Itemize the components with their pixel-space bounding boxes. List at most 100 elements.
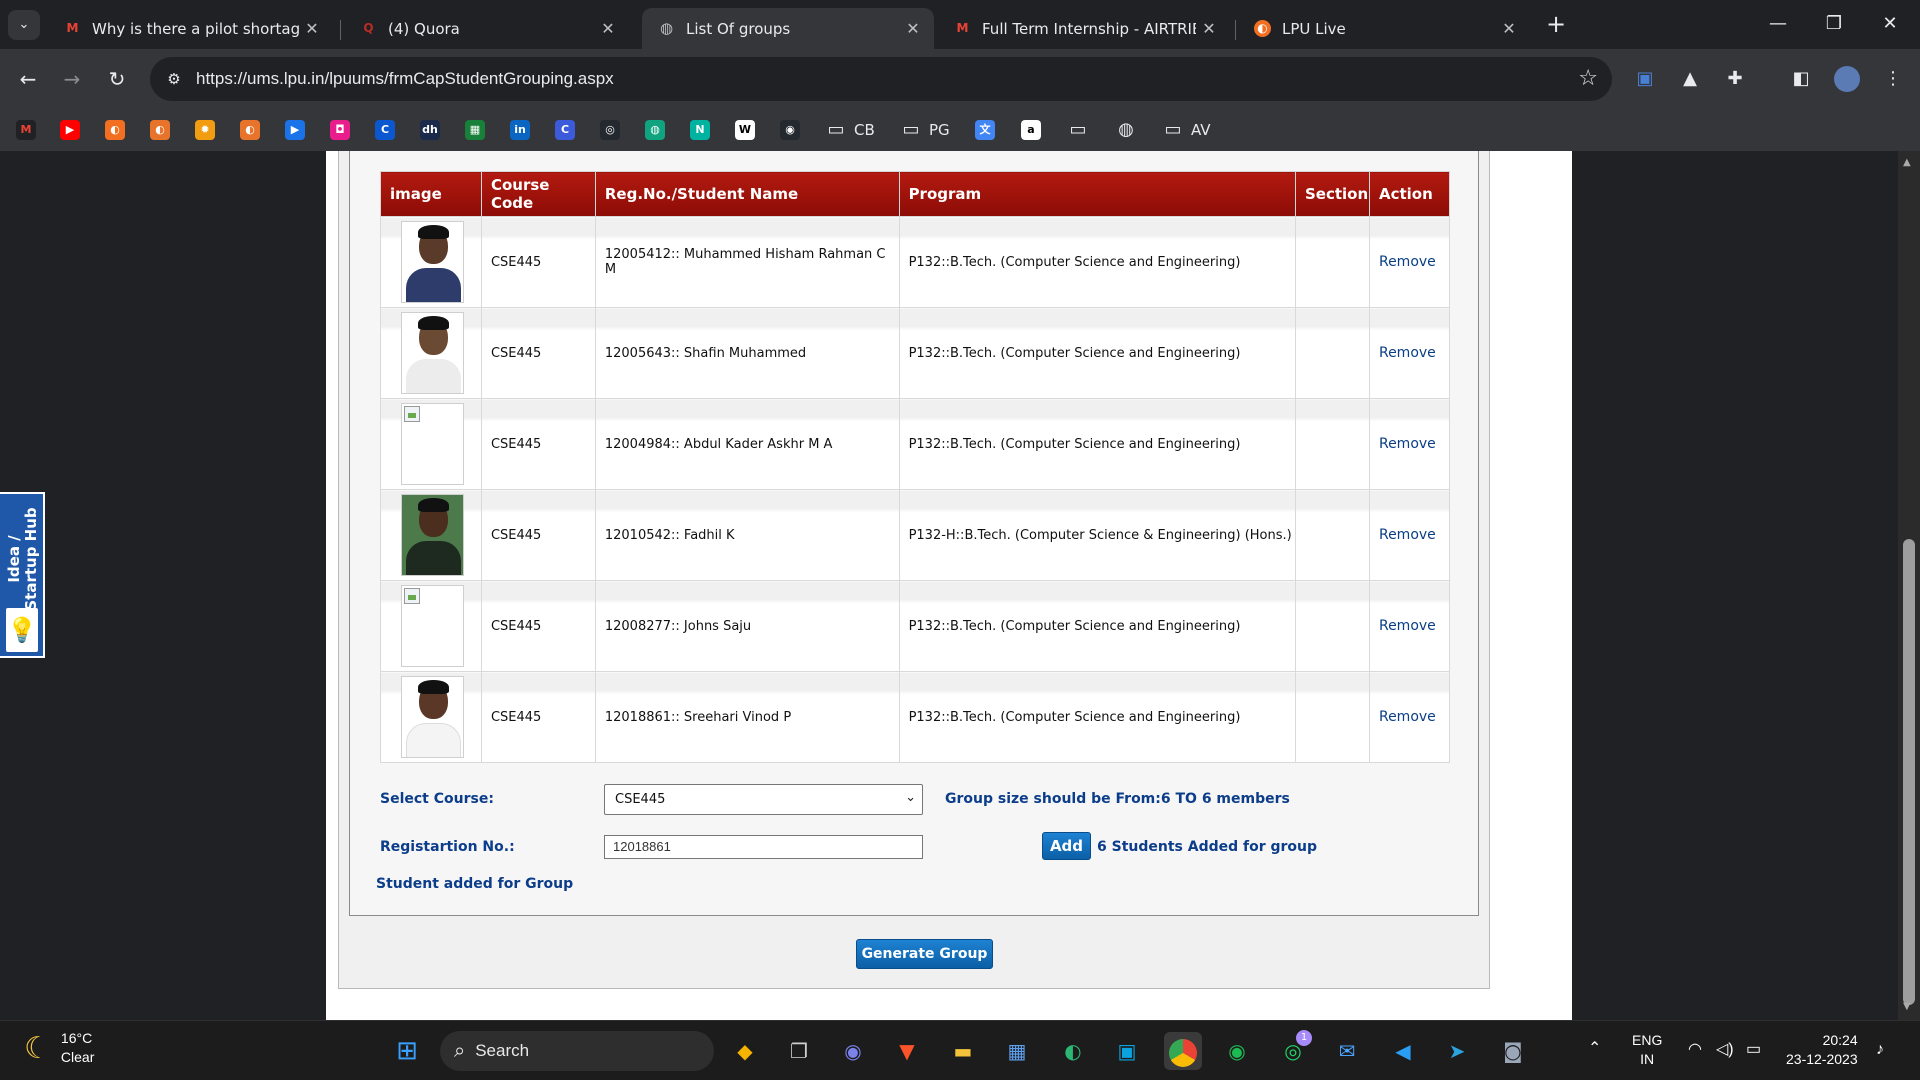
- bookmark-item[interactable]: W: [735, 119, 755, 141]
- bookmark-item[interactable]: ◍: [1116, 119, 1136, 141]
- close-tab-icon[interactable]: ✕: [299, 19, 325, 38]
- bookmark-item[interactable]: ▶: [285, 119, 305, 141]
- spotify-icon[interactable]: ◉: [1218, 1032, 1256, 1070]
- tab-title: Full Term Internship - AIRTRIBE: [982, 19, 1196, 38]
- profile-avatar[interactable]: [1829, 61, 1865, 97]
- bookmark-item[interactable]: M: [16, 119, 36, 141]
- file-explorer-icon[interactable]: ▬: [944, 1032, 982, 1070]
- app-window-icon[interactable]: ▣: [1108, 1032, 1146, 1070]
- scroll-down-icon[interactable]: ▼: [1903, 1001, 1911, 1012]
- remove-link[interactable]: Remove: [1379, 345, 1436, 361]
- windows-start-icon[interactable]: ⊞: [388, 1032, 426, 1070]
- battery-icon[interactable]: ▭: [1746, 1040, 1761, 1059]
- taskbar-search[interactable]: ⌕ Search: [440, 1031, 714, 1071]
- remove-link[interactable]: Remove: [1379, 527, 1436, 543]
- tab-2[interactable]: ◍ List Of groups ✕: [642, 8, 934, 49]
- address-bar[interactable]: ⚙ https://ums.lpu.in/lpuums/frmCapStuden…: [150, 57, 1612, 101]
- close-tab-icon[interactable]: ✕: [900, 19, 926, 38]
- bookmark-item[interactable]: in: [510, 119, 530, 141]
- microsoft-store-icon[interactable]: ▦: [998, 1032, 1036, 1070]
- bookmark-item[interactable]: ▭ AV: [1163, 119, 1210, 141]
- telegram-icon[interactable]: ➤: [1438, 1032, 1476, 1070]
- extensions-puzzle-icon[interactable]: ✚: [1717, 61, 1753, 97]
- tab-0[interactable]: M Why is there a pilot shortage w ✕: [48, 8, 333, 49]
- url-text[interactable]: https://ums.lpu.in/lpuums/frmCapStudentG…: [196, 69, 614, 89]
- bookmark-item[interactable]: ◎: [600, 119, 620, 141]
- vscode-icon[interactable]: ◀: [1384, 1032, 1422, 1070]
- bookmark-item[interactable]: ◐: [240, 119, 260, 141]
- close-tab-icon[interactable]: ✕: [595, 19, 621, 38]
- close-tab-icon[interactable]: ✕: [1496, 19, 1522, 38]
- bookmark-star-icon[interactable]: ☆: [1578, 66, 1598, 91]
- brave-icon[interactable]: ▼: [888, 1032, 926, 1070]
- tab-4[interactable]: ◐ LPU Live ✕: [1238, 8, 1530, 49]
- tab-3[interactable]: M Full Term Internship - AIRTRIBE ✕: [938, 8, 1230, 49]
- mail-icon[interactable]: ✉: [1328, 1032, 1366, 1070]
- scrollbar-thumb[interactable]: [1903, 539, 1915, 1005]
- bookmark-item[interactable]: ◉: [780, 119, 800, 141]
- remove-link[interactable]: Remove: [1379, 254, 1436, 270]
- menu-kebab-icon[interactable]: ⋮: [1875, 61, 1911, 97]
- bookmark-item[interactable]: ▭: [1068, 119, 1088, 141]
- bookmark-item[interactable]: 文: [975, 119, 995, 141]
- add-button[interactable]: Add: [1042, 832, 1091, 860]
- back-button[interactable]: ←: [10, 61, 46, 97]
- remove-link[interactable]: Remove: [1379, 709, 1436, 725]
- broken-image-icon: [401, 585, 464, 667]
- chevron-up-icon[interactable]: ⌃: [1588, 1039, 1601, 1058]
- globe-icon: ◍: [659, 19, 674, 37]
- volume-icon[interactable]: ◁): [1716, 1040, 1734, 1059]
- task-view-icon[interactable]: ❐: [780, 1032, 818, 1070]
- course-code-cell: CSE445: [480, 580, 596, 672]
- side-panel-icon[interactable]: ◧: [1783, 61, 1819, 97]
- wifi-icon[interactable]: ◠: [1688, 1040, 1702, 1059]
- generate-group-button[interactable]: Generate Group: [856, 939, 993, 969]
- lpu-icon: ◐: [150, 120, 170, 140]
- new-tab-button[interactable]: +: [1538, 10, 1574, 40]
- idea-startup-hub-widget[interactable]: Idea / Startup Hub 💡: [0, 492, 45, 658]
- course-select[interactable]: CSE445 ⌄: [604, 784, 923, 815]
- weather-widget[interactable]: ☾ 16°C Clear: [24, 1029, 94, 1067]
- bookmark-item[interactable]: C: [555, 119, 575, 141]
- tab-1[interactable]: Q (4) Quora ✕: [344, 8, 629, 49]
- tab-search-button[interactable]: ⌄: [8, 10, 40, 40]
- bookmark-item[interactable]: ◐: [105, 119, 125, 141]
- bookmark-item[interactable]: ✹: [195, 119, 215, 141]
- notification-bell-icon[interactable]: ♪: [1876, 1040, 1884, 1059]
- bookmark-item[interactable]: ▦: [465, 119, 485, 141]
- reload-button[interactable]: ↻: [99, 61, 135, 97]
- minimize-button[interactable]: —: [1750, 8, 1806, 40]
- scroll-up-icon[interactable]: ▲: [1903, 157, 1911, 168]
- student-photo: [401, 312, 464, 394]
- chrome-icon[interactable]: [1164, 1032, 1202, 1070]
- restore-button[interactable]: ❐: [1806, 8, 1862, 40]
- bookmark-item[interactable]: C: [375, 119, 395, 141]
- drive-extension-icon[interactable]: ▲: [1672, 61, 1708, 97]
- camera-icon[interactable]: ◙: [1494, 1032, 1532, 1070]
- remove-link[interactable]: Remove: [1379, 436, 1436, 452]
- page-scrollbar[interactable]: ▲ ▼: [1898, 151, 1920, 1020]
- forward-button[interactable]: →: [54, 61, 90, 97]
- edge-icon[interactable]: ◐: [1054, 1032, 1092, 1070]
- bookmark-item[interactable]: ◘: [330, 119, 350, 141]
- site-info-icon[interactable]: ⚙: [164, 69, 184, 89]
- bookmark-item[interactable]: dh: [420, 119, 440, 141]
- col-header-section: Section: [1294, 171, 1370, 217]
- registration-input[interactable]: 12018861: [604, 835, 923, 859]
- teams-icon[interactable]: ◉: [834, 1032, 872, 1070]
- close-tab-icon[interactable]: ✕: [1196, 19, 1222, 38]
- bookmark-item[interactable]: N: [690, 119, 710, 141]
- bookmark-item[interactable]: ◍: [645, 119, 665, 141]
- github-icon: ◉: [780, 120, 800, 140]
- bookmark-item[interactable]: ▭ PG: [901, 119, 949, 141]
- bookmark-item[interactable]: ▭ CB: [826, 119, 874, 141]
- language-indicator[interactable]: ENG IN: [1632, 1031, 1662, 1069]
- copilot-icon[interactable]: ◆: [726, 1032, 764, 1070]
- bookmark-item[interactable]: ◐: [150, 119, 170, 141]
- bookmark-item[interactable]: ▶: [60, 119, 80, 141]
- bookmark-item[interactable]: a: [1021, 119, 1041, 141]
- close-window-button[interactable]: ✕: [1862, 8, 1918, 40]
- remove-link[interactable]: Remove: [1379, 618, 1436, 634]
- clock[interactable]: 20:24 23-12-2023: [1786, 1031, 1858, 1069]
- extension-icon[interactable]: ▣: [1627, 61, 1663, 97]
